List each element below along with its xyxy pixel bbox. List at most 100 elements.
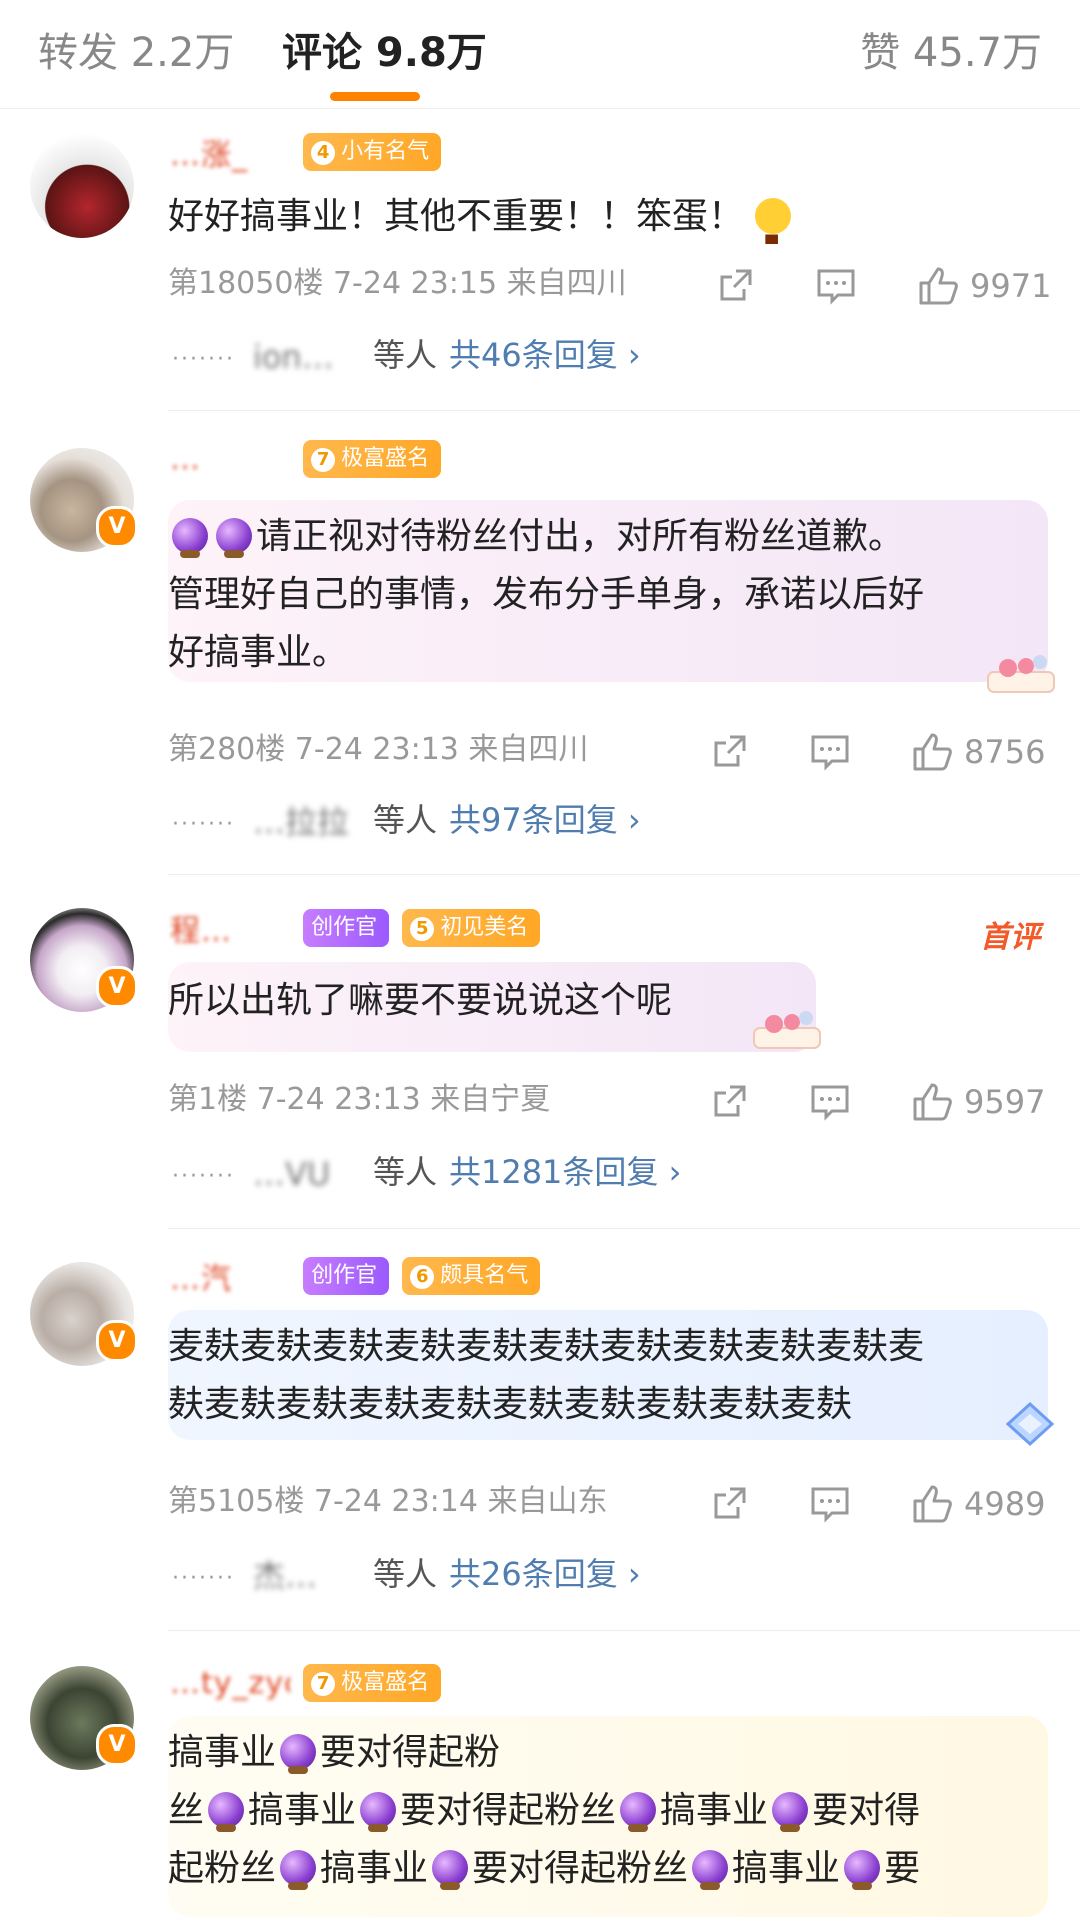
like-button[interactable]: 9597 (912, 1080, 1046, 1121)
crystal-ball-emoji-icon (772, 1792, 809, 1832)
comment-item: …涨_ 4小有名气 好好搞事业！其他不重要！！笨蛋！ 第18050楼 7-24 … (0, 110, 1080, 411)
username[interactable]: … (170, 442, 290, 477)
share-button[interactable] (710, 1080, 748, 1120)
comment-text: 搞事业 要对得起粉 丝搞事业 要对得起粉丝 搞事业 要对得 起粉丝 搞事业 要对得起粉丝 搞事… (168, 1732, 921, 1890)
thumbs-up-icon (919, 267, 958, 305)
reply-dots: ······· (172, 812, 235, 837)
fame-badge[interactable]: 6 颇具名气 (402, 1257, 541, 1295)
like-button[interactable]: 4989 (912, 1482, 1046, 1523)
username[interactable]: …涨_ (170, 130, 290, 174)
share-button[interactable] (710, 1482, 748, 1522)
reply-summary[interactable]: ······· 杰… 等人 共26条回复 › (172, 1552, 641, 1596)
comment-icon (811, 1487, 849, 1523)
crystal-ball-emoji-icon (360, 1792, 397, 1832)
reply-dots: ······· (172, 1566, 235, 1591)
reply-names: ion… (252, 338, 334, 376)
reply-summary[interactable]: ······· …拉拉 等人 共97条回复 › (172, 798, 641, 842)
comment-meta: 第18050楼 7-24 23:15 来自四川 (168, 266, 627, 301)
reply-suffix: 等人 (372, 1555, 437, 1593)
comment-meta: 第280楼 7-24 23:13 来自四川 (168, 732, 589, 767)
share-button[interactable] (716, 264, 754, 304)
divider (168, 410, 1080, 411)
verified-v-icon: V (96, 966, 138, 1008)
reply-names: 杰… (252, 1557, 317, 1595)
fame-badge[interactable]: 5 初见美名 (402, 909, 541, 947)
username[interactable]: …汽 (170, 1254, 290, 1298)
tab-likes[interactable]: 赞 45.7万 (860, 20, 1042, 78)
verified-v-icon: V (96, 1320, 138, 1362)
share-button[interactable] (710, 730, 748, 770)
avatar[interactable] (30, 134, 134, 238)
reply-summary[interactable]: ······· ion… 等人 共46条回复 › (172, 333, 641, 377)
comment-item: V … 7 极富盛名 请正视对待粉丝付出，对所有粉丝道歉。 管理好自己的事情，发布分… (0, 412, 1080, 875)
like-count: 9971 (970, 267, 1052, 305)
reply-dots: ······· (172, 347, 235, 372)
username[interactable]: …ty_zyo (170, 1666, 290, 1701)
reply-names: …拉拉 (252, 803, 349, 841)
like-button[interactable]: 8756 (912, 730, 1045, 771)
first-review-badge: 首评 (980, 920, 1040, 955)
comment-meta: 第5105楼 7-24 23:14 来自山东 (168, 1484, 608, 1519)
like-count: 9597 (964, 1083, 1046, 1121)
like-count: 4989 (964, 1485, 1046, 1523)
crystal-ball-emoji-icon (432, 1850, 469, 1890)
reply-summary[interactable]: ······· …VU 等人 共1281条回复 › (172, 1150, 681, 1194)
comment-button[interactable] (810, 730, 850, 771)
comment-item: V …ty_zyo 7极富盛名 搞事业要对得起粉 丝搞事业要对得起粉丝搞事业要对… (0, 1636, 1080, 1917)
tab-repost[interactable]: 转发 2.2万 (38, 20, 234, 78)
reply-suffix: 等人 (372, 1153, 437, 1191)
comment-text: 请正视对待粉丝付出，对所有粉丝道歉。 管理好自己的事情，发布分手单身，承诺以后好好… (168, 516, 925, 673)
comment-text: 好好搞事业！其他不重要！！笨蛋！ (168, 188, 792, 264)
cake-sticker-icon (982, 648, 1062, 696)
comment-icon (811, 735, 849, 771)
avatar[interactable]: V (30, 1262, 138, 1366)
reply-total-link[interactable]: 共97条回复 › (449, 801, 641, 839)
avatar[interactable]: V (30, 1666, 138, 1770)
comment-button[interactable] (816, 264, 856, 305)
reply-suffix: 等人 (372, 801, 437, 839)
comment-meta: 第1楼 7-24 23:13 来自宁夏 (168, 1082, 551, 1117)
creator-badge[interactable]: 创作官 (303, 909, 390, 947)
comment-button[interactable] (810, 1482, 850, 1523)
reply-suffix: 等人 (372, 336, 437, 374)
share-icon (714, 735, 746, 767)
avatar[interactable]: V (30, 908, 138, 1012)
comment-button[interactable] (810, 1080, 850, 1121)
user-row: 程… 创作官 5 初见美名 (170, 906, 541, 950)
reply-names: …VU (252, 1155, 331, 1193)
user-row: …汽 创作官 6 颇具名气 (170, 1254, 541, 1298)
share-icon (720, 269, 752, 301)
verified-v-icon: V (96, 506, 138, 548)
user-row: … 7 极富盛名 (170, 440, 442, 482)
divider (168, 874, 1080, 875)
comment-tabs: 转发 2.2万 评论 9.8万 赞 45.7万 (0, 0, 1080, 108)
divider (0, 108, 1080, 109)
like-button[interactable]: 9971 (918, 264, 1052, 305)
reply-total-link[interactable]: 共46条回复 › (449, 336, 641, 374)
diamond-sticker-icon (1000, 1400, 1060, 1450)
crystal-ball-emoji-icon (280, 1850, 317, 1890)
creator-badge[interactable]: 创作官 (303, 1257, 390, 1295)
comment-icon (817, 269, 855, 305)
reply-dots: ······· (172, 1164, 235, 1189)
active-tab-indicator (330, 92, 420, 101)
divider (168, 1630, 1080, 1631)
reply-total-link[interactable]: 共26条回复 › (449, 1555, 641, 1593)
comment-icon (811, 1085, 849, 1121)
crystal-ball-emoji-icon (172, 518, 208, 558)
crystal-ball-emoji-icon (692, 1850, 729, 1890)
fame-badge[interactable]: 4 小有名气 (303, 133, 442, 171)
comment-text: 所以出轨了嘛要不要说说这个呢 (168, 980, 673, 1021)
fame-badge[interactable]: 7 极富盛名 (303, 1664, 442, 1702)
cake-sticker-icon (748, 1004, 828, 1052)
avatar[interactable]: V (30, 448, 138, 552)
divider (168, 1228, 1080, 1229)
comment-item: V …汽 创作官 6 颇具名气 麦麸麦麸麦麸麦麸麦麸麦麸麦麸麦麸麦麸麦麸麦 麸麦麸麦… (0, 1230, 1080, 1634)
verified-v-icon: V (96, 1724, 138, 1766)
reply-total-link[interactable]: 共1281条回复 › (449, 1153, 681, 1191)
username[interactable]: 程… (170, 906, 290, 950)
crystal-ball-emoji-icon (620, 1792, 657, 1832)
fame-badge[interactable]: 7 极富盛名 (303, 440, 442, 478)
crystal-ball-emoji-icon (208, 1792, 245, 1832)
thumbs-up-icon (913, 733, 952, 771)
